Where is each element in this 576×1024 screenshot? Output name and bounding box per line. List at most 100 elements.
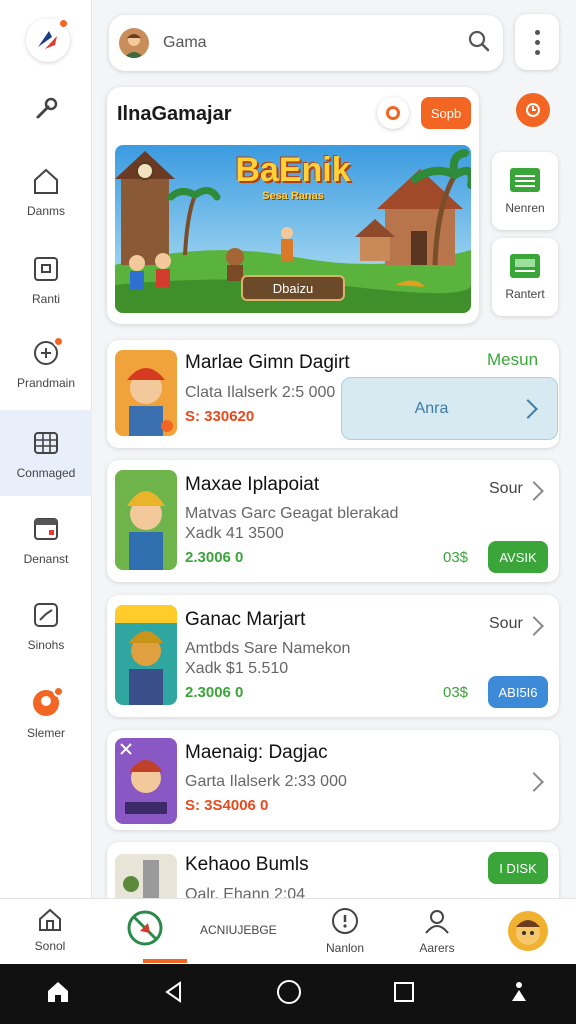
sidebar-item-conmaged[interactable]: Conmaged bbox=[0, 410, 92, 496]
grid-icon bbox=[29, 426, 63, 460]
search-icon[interactable] bbox=[467, 29, 491, 58]
notification-badge bbox=[53, 336, 64, 347]
game-side-value: 03$ bbox=[443, 549, 469, 566]
game-price: 2.3006 0 bbox=[185, 684, 244, 701]
logo-icon bbox=[38, 31, 57, 49]
nav-label[interactable]: ACNIUJEBGE bbox=[200, 923, 277, 937]
game-price: S: 3S4006 0 bbox=[185, 797, 269, 814]
game-price: S: 330620 bbox=[185, 408, 255, 425]
sidebar-item-label: Slemer bbox=[26, 726, 65, 740]
sidebar-item-sinohs[interactable]: Sinohs bbox=[0, 598, 92, 652]
game-title: Kehaoo Bumls bbox=[185, 854, 309, 875]
bottom-nav: Sonol ACNIUJEBGE Nanlon Aarers bbox=[0, 898, 576, 964]
recents-icon[interactable] bbox=[392, 980, 416, 1009]
notification-badge bbox=[53, 686, 64, 697]
nav-item-sonol[interactable]: Sonol bbox=[15, 907, 85, 953]
sidebar-item-tools[interactable] bbox=[0, 92, 92, 126]
list-item[interactable]: Maxae Iplapoiat Matvas Garc Geagat blera… bbox=[107, 460, 559, 582]
banner-subtitle: Sesa Ranas bbox=[262, 190, 324, 202]
sidebar-item-label: Conmaged bbox=[16, 466, 76, 480]
sidebar: Danms Ranti Prandmain Conmaged Denanst S… bbox=[0, 0, 92, 900]
game-thumbnail bbox=[115, 350, 177, 436]
gamepad-icon bbox=[29, 336, 64, 370]
nav-item-no-game[interactable] bbox=[110, 909, 180, 947]
app-logo[interactable] bbox=[26, 18, 70, 62]
chart-icon bbox=[29, 598, 63, 632]
nav-label: Sonol bbox=[34, 939, 66, 953]
action-overlay[interactable]: Anra bbox=[341, 377, 558, 440]
chevron-right-icon[interactable] bbox=[524, 481, 544, 501]
nav-item-aarers[interactable]: Aarers bbox=[402, 907, 472, 955]
game-title: Maenaig: Dagjac bbox=[185, 742, 328, 763]
game-tag[interactable]: Sour bbox=[489, 480, 523, 498]
wrench-icon bbox=[29, 92, 63, 126]
search-input[interactable]: Gama bbox=[163, 34, 467, 52]
sidebar-item-label: Prandmain bbox=[16, 376, 76, 390]
back-icon[interactable] bbox=[162, 980, 186, 1009]
side-card-label: Rantert bbox=[505, 287, 545, 301]
game-action-button[interactable]: ABI5I6 bbox=[488, 676, 548, 708]
game-action-button[interactable]: AVSIK bbox=[488, 541, 548, 573]
sidebar-item-label: Sinohs bbox=[27, 638, 65, 652]
home-outline-icon bbox=[39, 908, 61, 931]
home-icon[interactable] bbox=[45, 979, 71, 1010]
banner-title: BaEnik bbox=[235, 151, 351, 189]
sidebar-item-label: Ranti bbox=[31, 292, 60, 306]
game-subtitle: Matvas Garc Geagat blerakad bbox=[185, 505, 399, 522]
notification-badge bbox=[58, 18, 69, 29]
game-title: Ganac Marjart bbox=[185, 609, 306, 630]
side-card-rantert[interactable]: Rantert bbox=[492, 238, 558, 316]
list-green-icon bbox=[510, 168, 540, 192]
search-bar[interactable]: Gama bbox=[109, 15, 503, 71]
sidebar-item-ranti[interactable]: Ranti bbox=[0, 252, 92, 306]
game-action-button[interactable]: I DISK bbox=[488, 852, 548, 884]
record-icon[interactable] bbox=[377, 97, 409, 129]
sidebar-item-prandmain[interactable]: Prandmain bbox=[0, 336, 92, 390]
location-icon bbox=[332, 908, 358, 934]
nav-label: Aarers bbox=[419, 941, 455, 955]
game-tag[interactable]: Sour bbox=[489, 615, 523, 633]
image-icon bbox=[29, 252, 63, 286]
featured-action-button[interactable]: Sopb bbox=[421, 97, 471, 129]
overlay-label: Anra bbox=[414, 399, 449, 417]
side-card-nenren[interactable]: Nenren bbox=[492, 152, 558, 230]
calendar-icon bbox=[29, 512, 63, 546]
chevron-right-icon bbox=[518, 398, 538, 419]
active-indicator bbox=[143, 959, 187, 963]
game-thumbnail bbox=[115, 605, 177, 705]
chevron-right-icon[interactable] bbox=[524, 772, 544, 792]
nav-label: Nanlon bbox=[325, 941, 365, 955]
sidebar-item-danms[interactable]: Danms bbox=[0, 164, 92, 218]
game-tag[interactable]: Mesun bbox=[487, 350, 538, 370]
notification-button[interactable] bbox=[516, 93, 550, 127]
list-item[interactable]: Ganac Marjart Amtbds Sare Namekon Xadk $… bbox=[107, 595, 559, 717]
sidebar-item-label: Denanst bbox=[23, 552, 69, 566]
game-title: Maxae Iplapoiat bbox=[185, 474, 320, 495]
nav-item-nanlon[interactable]: Nanlon bbox=[310, 907, 380, 955]
home-icon bbox=[29, 164, 63, 198]
game-subtitle: Clata Ilalserk 2:5 000 bbox=[185, 384, 336, 401]
avatar[interactable] bbox=[119, 28, 149, 58]
no-game-icon bbox=[127, 910, 163, 946]
accessibility-icon[interactable] bbox=[507, 980, 531, 1009]
person-icon bbox=[425, 910, 449, 934]
game-thumbnail bbox=[115, 470, 177, 570]
sidebar-item-slemer[interactable]: Slemer bbox=[0, 686, 92, 740]
circle-home-icon[interactable] bbox=[276, 979, 302, 1010]
game-price: 2.3006 0 bbox=[185, 549, 244, 566]
chevron-right-icon[interactable] bbox=[524, 616, 544, 636]
featured-banner[interactable]: BaEnik Sesa Ranas Dbaizu bbox=[115, 145, 471, 313]
screen-green-icon bbox=[510, 254, 540, 278]
game-title: Marlae Gimn Dagirt bbox=[185, 352, 350, 373]
featured-title: IlnaGamajar bbox=[117, 103, 232, 125]
banner-play-button[interactable]: Dbaizu bbox=[241, 275, 345, 301]
sidebar-item-denanst[interactable]: Denanst bbox=[0, 512, 92, 566]
side-card-label: Nenren bbox=[505, 201, 545, 215]
more-menu-button[interactable] bbox=[515, 14, 559, 70]
sidebar-item-label: Danms bbox=[26, 204, 65, 218]
game-subtitle: Garta Ilalserk 2:33 000 bbox=[185, 773, 347, 790]
featured-card: IlnaGamajar Sopb BaEnik Sesa Ranas Dbaiz… bbox=[107, 87, 479, 324]
game-subtitle: Amtbds Sare Namekon bbox=[185, 640, 351, 657]
avatar-icon[interactable] bbox=[508, 911, 548, 951]
list-item[interactable]: Maenaig: Dagjac Garta Ilalserk 2:33 000 … bbox=[107, 730, 559, 830]
